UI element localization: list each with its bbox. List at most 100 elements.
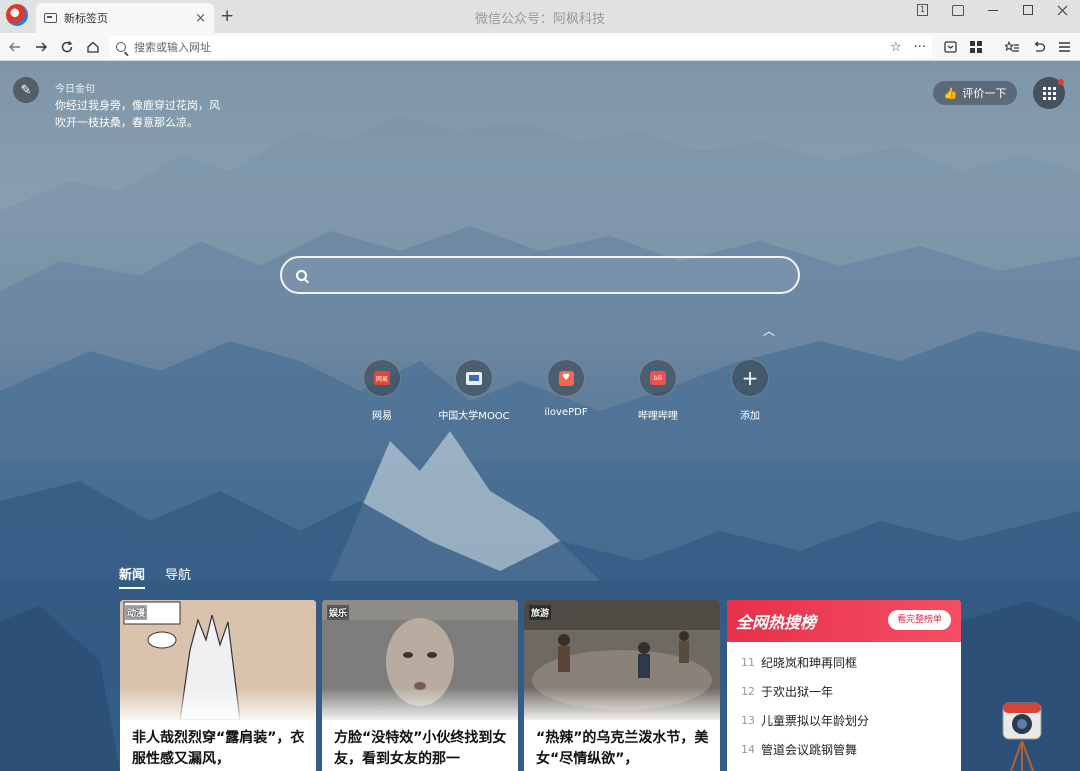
home-icon	[87, 41, 99, 53]
apps-button[interactable]	[1033, 77, 1065, 109]
shortcut-add[interactable]: + 添加	[704, 359, 796, 422]
shortcut-icon-circle: bili	[639, 359, 677, 397]
news-card[interactable]: 动漫 非人哉烈烈穿“露肩装”，衣服性感又漏风，	[120, 600, 316, 771]
back-arrow-icon	[9, 42, 20, 52]
hot-search-item[interactable]: 11 纪晓岚和珅再同框	[741, 648, 961, 677]
browser-logo-icon[interactable]	[6, 4, 28, 26]
card-title: 方脸“没特效”小伙终找到女友，看到女友的那一	[334, 730, 507, 767]
undo-close-button[interactable]	[1028, 37, 1048, 57]
full-list-button[interactable]: 看完整榜单	[887, 610, 951, 630]
hot-text: 儿童票拟以年龄划分	[761, 714, 870, 728]
reload-icon	[61, 41, 73, 53]
new-tab-button[interactable]: +	[220, 6, 234, 26]
tab-close-icon[interactable]: ×	[195, 11, 206, 26]
tab-navigation[interactable]: 导航	[165, 564, 191, 587]
address-toolbar: ☆ ···	[0, 33, 1080, 61]
hot-search-panel: 全网热搜榜 看完整榜单 11 纪晓岚和珅再同框 12 于欢出狱一年 13 儿童票…	[727, 600, 961, 771]
tab-bar: 新标签页 × + 微信公众号：阿枫科技 1	[0, 0, 1080, 33]
favorites-button[interactable]	[1002, 37, 1022, 57]
reading-mode-button[interactable]	[940, 37, 960, 57]
reload-button[interactable]	[56, 36, 78, 58]
tab-title: 新标签页	[64, 12, 108, 25]
shortcut-netease[interactable]: 网易 网易	[336, 359, 428, 422]
menu-icon	[1058, 42, 1070, 52]
skin-button[interactable]	[940, 0, 975, 20]
hot-search-title: 全网热搜榜	[736, 613, 817, 632]
collapse-chevron-icon[interactable]: ︿	[763, 322, 775, 339]
search-box[interactable]	[280, 256, 800, 294]
minimize-button[interactable]	[975, 0, 1010, 20]
hot-text: 于欢出狱一年	[761, 685, 834, 699]
tab-new-tab[interactable]: 新标签页 ×	[36, 3, 214, 33]
hot-search-item[interactable]: 14 管道会议跳钢管舞	[741, 735, 961, 764]
hot-rank: 12	[741, 685, 755, 698]
hot-search-item[interactable]: 12 于欢出狱一年	[741, 677, 961, 706]
shortcut-bilibili[interactable]: bili 哔哩哔哩	[612, 359, 704, 422]
minimize-icon	[987, 9, 998, 11]
rate-button-label: 评价一下	[962, 87, 1007, 100]
thumbs-up-icon: 👍	[943, 86, 958, 100]
undo-icon	[1033, 41, 1045, 52]
mooc-icon	[466, 371, 482, 385]
new-tab-page: ✎ 今日金句 你经过我身旁，像鹿穿过花岗，风吹开一枝扶桑，春意那么凉。 👍 评价…	[0, 61, 1080, 771]
news-card[interactable]: 娱乐 方脸“没特效”小伙终找到女友，看到女友的那一	[322, 600, 518, 771]
maximize-icon	[1022, 5, 1033, 15]
forward-arrow-icon	[36, 42, 47, 52]
maximize-button[interactable]	[1010, 0, 1045, 20]
shortcut-ilovepdf[interactable]: ♥ ilovePDF	[520, 359, 612, 422]
netease-icon: 网易	[374, 371, 390, 385]
card-fade	[322, 688, 518, 724]
shirt-icon	[951, 4, 964, 16]
shortcut-icon-circle: ♥	[547, 359, 585, 397]
search-input[interactable]	[319, 260, 798, 290]
home-button[interactable]	[82, 36, 104, 58]
hot-rank: 14	[741, 743, 755, 756]
tab-count-button[interactable]: 1	[905, 0, 940, 20]
bilibili-icon: bili	[650, 371, 666, 385]
card-title: “热辣”的乌克兰泼水节，美女“尽情纵欲”，	[536, 730, 709, 767]
shortcut-label: 网易	[372, 411, 392, 422]
more-icon[interactable]: ···	[914, 40, 926, 55]
shortcut-label: 添加	[740, 411, 760, 422]
page-icon	[44, 13, 57, 23]
forward-button[interactable]	[30, 36, 52, 58]
favorites-list-icon	[1005, 41, 1019, 52]
shortcut-icon-circle: 网易	[363, 359, 401, 397]
hot-text: 纪晓岚和珅再同框	[761, 656, 858, 670]
card-category: 旅游	[529, 605, 552, 620]
shortcut-label: 哔哩哔哩	[638, 411, 678, 422]
close-window-button[interactable]	[1045, 0, 1080, 20]
star-icon[interactable]: ☆	[890, 40, 902, 55]
shortcut-label: ilovePDF	[544, 407, 588, 418]
search-icon	[116, 42, 126, 52]
window-controls: 1	[905, 0, 1080, 20]
extensions-button[interactable]	[966, 37, 986, 57]
shortcut-mooc[interactable]: 中国大学MOOC	[428, 359, 520, 422]
ilovepdf-icon: ♥	[558, 370, 574, 386]
hot-search-list: 11 纪晓岚和珅再同框 12 于欢出狱一年 13 儿童票拟以年龄划分 14 管道…	[727, 642, 961, 764]
news-tabs: 新闻 导航	[119, 564, 191, 589]
hot-search-header: 全网热搜榜 看完整榜单	[727, 600, 961, 642]
card-fade	[120, 688, 316, 724]
news-card[interactable]: 旅游 “热辣”的乌克兰泼水节，美女“尽情纵欲”，	[524, 600, 720, 771]
shortcut-icon-circle: +	[731, 359, 769, 397]
plus-icon: +	[741, 366, 759, 390]
hot-search-item[interactable]: 13 儿童票拟以年龄划分	[741, 706, 961, 735]
menu-button[interactable]	[1054, 37, 1074, 57]
card-title: 非人哉烈烈穿“露肩装”，衣服性感又漏风，	[132, 730, 305, 767]
tab-news[interactable]: 新闻	[119, 564, 146, 589]
url-input[interactable]	[134, 40, 878, 54]
quote-feather-icon[interactable]: ✎	[13, 77, 39, 103]
grid-icon	[970, 41, 982, 53]
back-button[interactable]	[4, 36, 26, 58]
reader-icon	[943, 41, 957, 53]
card-category: 娱乐	[327, 605, 350, 620]
url-field[interactable]: ☆ ···	[110, 36, 932, 58]
shortcut-icon-circle	[455, 359, 493, 397]
rate-button[interactable]: 👍 评价一下	[933, 81, 1017, 105]
quote-label: 今日金句	[55, 84, 95, 95]
notification-dot	[1058, 79, 1064, 85]
card-category: 动漫	[125, 605, 148, 620]
hot-text: 管道会议跳钢管舞	[761, 743, 858, 757]
camera-icon[interactable]	[1001, 701, 1043, 771]
